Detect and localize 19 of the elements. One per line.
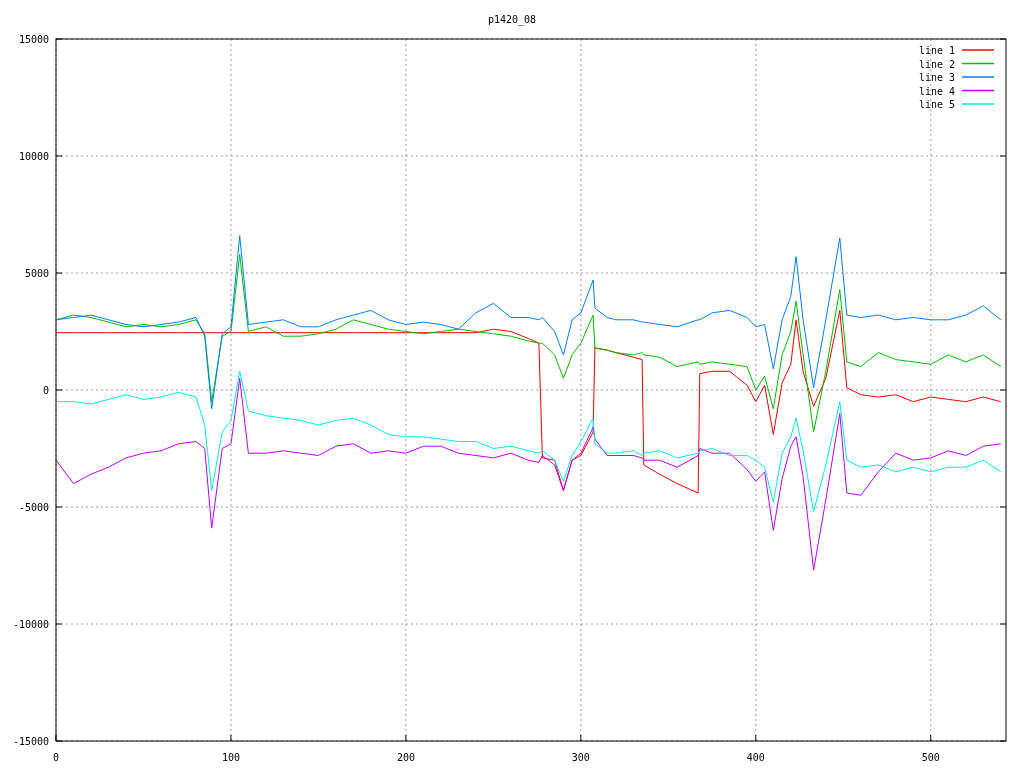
x-tick-label: 200	[396, 752, 415, 763]
x-tick-label: 300	[571, 752, 590, 763]
y-tick-label: 5000	[24, 268, 49, 279]
y-tick-label: 10000	[18, 151, 49, 162]
y-tick-label: -10000	[12, 619, 49, 630]
x-tick-label: 0	[53, 752, 59, 763]
y-tick-label: 0	[42, 385, 49, 396]
legend-label: line 2	[918, 58, 955, 70]
y-tick-label: -15000	[12, 736, 49, 747]
chart-title: p1420_08	[487, 14, 537, 25]
x-tick-label: 400	[746, 752, 765, 763]
x-tick-label: 100	[221, 752, 240, 763]
legend-label: line 1	[918, 45, 955, 56]
y-tick-label: 15000	[18, 34, 49, 45]
legend-label: line 3	[918, 72, 955, 83]
y-tick-label: -5000	[18, 502, 49, 513]
x-tick-label: 500	[921, 752, 940, 763]
legend-label: line 5	[918, 99, 955, 110]
legend-label: line 4	[918, 85, 955, 97]
